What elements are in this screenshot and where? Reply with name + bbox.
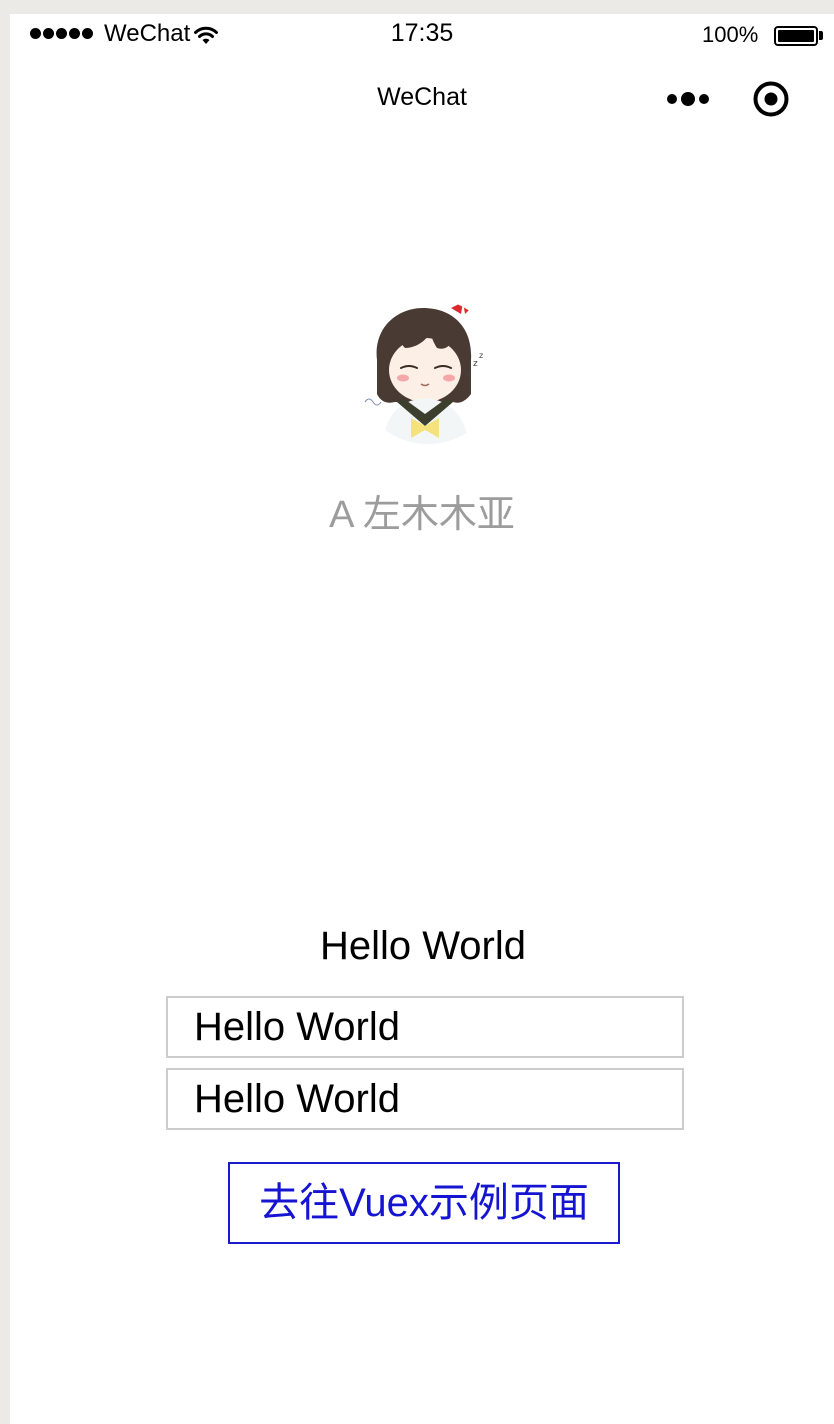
battery-tip <box>819 31 823 40</box>
message-text: Hello World <box>320 924 526 968</box>
svg-text:z: z <box>479 351 483 360</box>
user-nickname: A 左木木亚 <box>329 494 515 536</box>
message-input-1[interactable] <box>166 996 684 1058</box>
svg-text:z: z <box>473 359 478 369</box>
svg-text:z: z <box>467 370 471 378</box>
capsule-record-icon[interactable] <box>752 80 790 118</box>
phone-screen: WeChat 17:35 100% WeChat z z z A 左木木亚 He… <box>10 14 834 1424</box>
message-input-2[interactable] <box>166 1068 684 1130</box>
battery-fill <box>778 30 814 42</box>
user-avatar-image: z z z <box>355 298 501 444</box>
status-bar: WeChat 17:35 100% <box>10 14 834 56</box>
go-to-vuex-example-button[interactable]: 去往Vuex示例页面 <box>228 1162 620 1244</box>
battery-percentage: 100% <box>702 22 759 47</box>
more-dots-icon[interactable] <box>663 84 713 114</box>
nav-bar: WeChat <box>10 74 834 122</box>
battery-icon <box>774 26 818 46</box>
